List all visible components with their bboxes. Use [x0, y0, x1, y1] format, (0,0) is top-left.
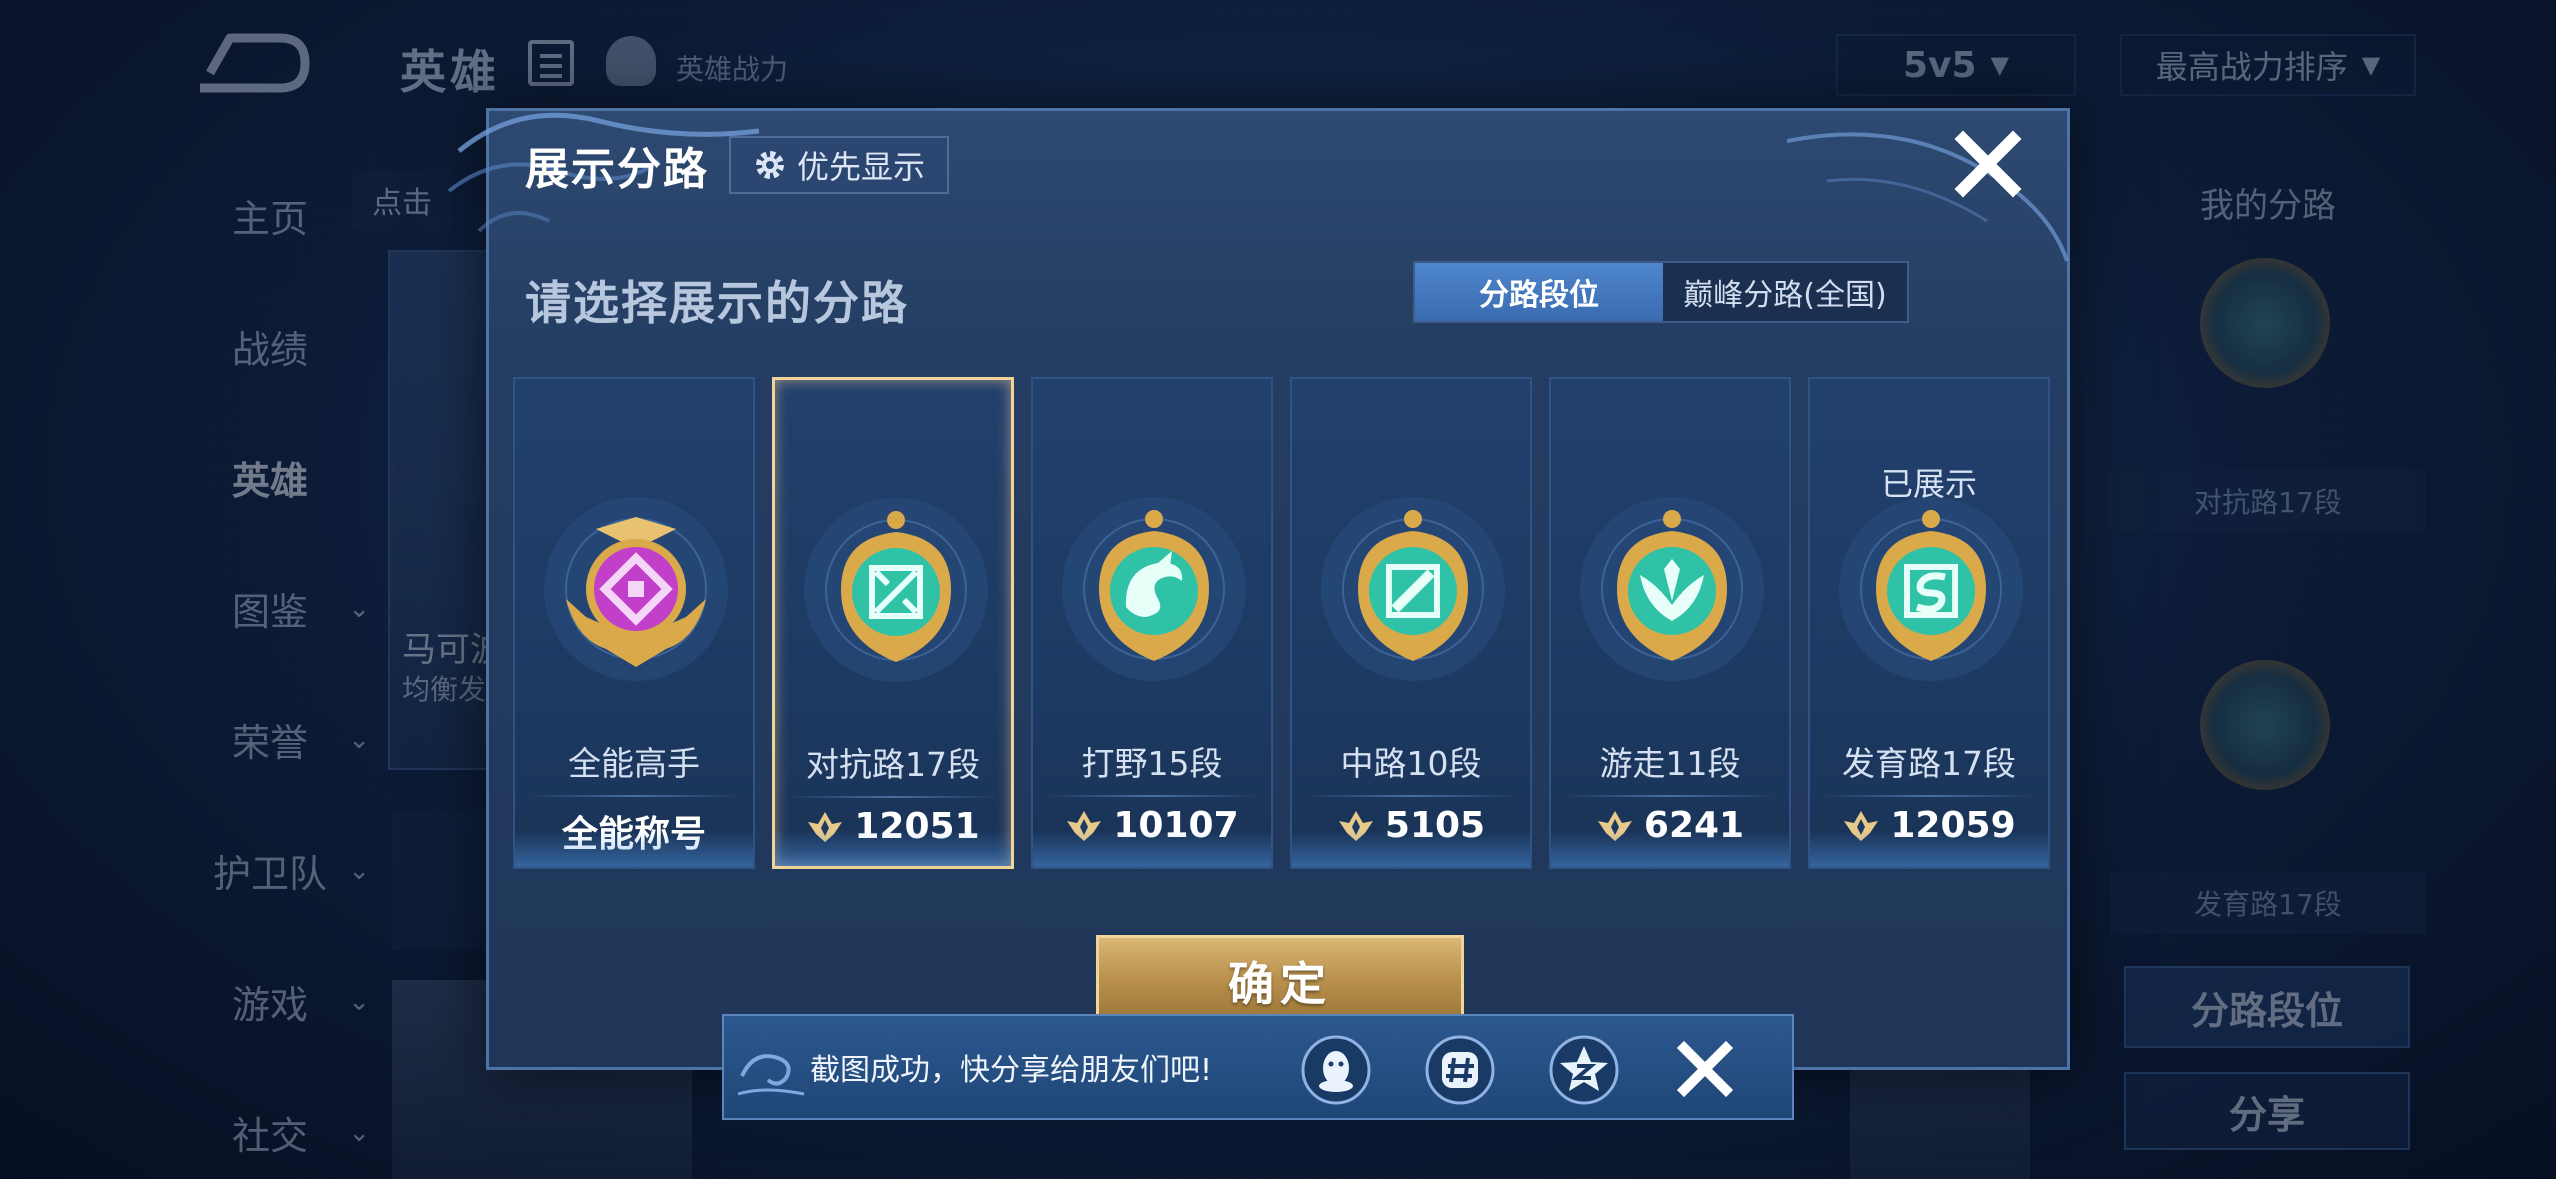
select-lane-prompt: 请选择展示的分路: [525, 276, 909, 330]
nav-item-label: 图鉴: [231, 590, 308, 634]
mode-select-value: 5v5: [1902, 44, 1977, 86]
hero-power-icon: [606, 36, 656, 86]
sort-select-value: 最高战力排序: [2155, 48, 2348, 86]
card-glow: [1810, 831, 2048, 867]
divider: [527, 795, 741, 797]
nav-item-honor[interactable]: 荣誉 ⌄: [150, 674, 390, 805]
lane-card-list: 全能高手 全能称号 对抗路17段: [513, 377, 2050, 869]
clash-lane-emblem-icon: [2200, 258, 2330, 388]
lane-display-dialog: 展示分路 优先显示 请选择展示的分路 分路段位 巅峰分路(全国) 全能高手 对抗…: [447, 108, 2070, 1070]
lane-card-jungle[interactable]: 打野15段 10107: [1031, 377, 1273, 869]
share-button[interactable]: 分享: [2124, 1072, 2410, 1150]
chevron-down-icon: ⌄: [348, 724, 370, 755]
hero-type: 均衡发: [402, 673, 487, 706]
lane-label: 对抗路17段: [2110, 470, 2426, 532]
lane-name: 游走11段: [1599, 744, 1741, 783]
sort-select[interactable]: 最高战力排序 ▼: [2120, 34, 2416, 96]
card-glow: [1292, 831, 1530, 867]
nav-item-label: 荣誉: [231, 721, 308, 765]
nav-item-label: 游戏: [231, 983, 308, 1027]
lane-card-allround[interactable]: 全能高手 全能称号: [513, 377, 755, 869]
my-lanes-title: 我的分路: [2200, 186, 2336, 226]
divider: [1822, 795, 2036, 797]
priority-display-button[interactable]: 优先显示: [729, 136, 950, 194]
nav-item-games[interactable]: 游戏 ⌄: [150, 936, 390, 1067]
priority-display-label: 优先显示: [797, 148, 926, 186]
chevron-down-icon: ▼: [2361, 51, 2381, 79]
jungle-emblem-icon: [1062, 497, 1246, 681]
dialog-title: 展示分路: [525, 144, 709, 195]
divider: [787, 796, 999, 798]
divider: [1563, 795, 1777, 797]
nav-item-records[interactable]: 战绩: [150, 281, 390, 412]
wechat-moments-icon[interactable]: [1424, 1034, 1496, 1106]
chevron-down-icon: ⌄: [348, 855, 370, 886]
chevron-down-icon: ⌄: [348, 986, 370, 1017]
lane-card-farm[interactable]: 已展示 发育路17段 12059: [1808, 377, 2050, 869]
lane-name: 打野15段: [1081, 744, 1223, 783]
gear-icon: [756, 151, 784, 179]
list-icon[interactable]: [528, 40, 574, 86]
nav-item-label: 战绩: [231, 328, 308, 372]
lane-name: 对抗路17段: [806, 745, 980, 784]
search-stub[interactable]: 点击: [352, 170, 452, 230]
lane-label: 发育路17段: [2110, 872, 2426, 934]
nav-item-label: 主页: [231, 197, 308, 241]
clash-lane-emblem-icon: [804, 498, 988, 682]
nav-item-guard[interactable]: 护卫队 ⌄: [150, 805, 390, 936]
side-nav: 主页 战绩 英雄 图鉴 ⌄ 荣誉 ⌄ 护卫队 ⌄ 游戏 ⌄ 社交 ⌄: [150, 150, 390, 1179]
chevron-down-icon: ⌄: [348, 1117, 370, 1148]
toast-message: 截图成功，快分享给朋友们吧!: [810, 1053, 1213, 1088]
roam-emblem-icon: [1580, 497, 1764, 681]
nav-item-heroes[interactable]: 英雄: [150, 412, 390, 543]
divider: [1304, 795, 1518, 797]
allround-emblem-icon: [544, 497, 728, 681]
lane-card-clash[interactable]: 对抗路17段 12051: [772, 377, 1014, 869]
nav-item-label: 护卫队: [212, 852, 327, 896]
mid-lane-emblem-icon: [1321, 497, 1505, 681]
nav-item-social[interactable]: 社交 ⌄: [150, 1067, 390, 1179]
card-glow: [775, 830, 1011, 866]
nav-item-label: 社交: [231, 1114, 308, 1158]
screenshot-share-toast: 截图成功，快分享给朋友们吧!: [722, 1014, 1794, 1120]
close-icon[interactable]: [1674, 1038, 1736, 1100]
nav-item-atlas[interactable]: 图鉴 ⌄: [150, 543, 390, 674]
card-glow: [1551, 831, 1789, 867]
lane-name: 中路10段: [1340, 744, 1482, 783]
close-icon[interactable]: [1951, 127, 2025, 201]
farm-lane-emblem-icon: [1839, 497, 2023, 681]
cloud-ornament-icon: [737, 1054, 805, 1096]
tab-lane-rank[interactable]: 分路段位: [1415, 263, 1663, 321]
card-glow: [1033, 831, 1271, 867]
mode-select[interactable]: 5v5 ▼: [1836, 34, 2076, 96]
chevron-down-icon: ⌄: [348, 593, 370, 624]
lane-rank-button[interactable]: 分路段位: [2124, 966, 2410, 1048]
card-glow: [515, 831, 753, 867]
lane-name: 全能高手: [568, 744, 700, 783]
qzone-icon[interactable]: [1548, 1034, 1620, 1106]
lane-card-mid[interactable]: 中路10段 5105: [1290, 377, 1532, 869]
tab-peak-lane[interactable]: 巅峰分路(全国): [1663, 263, 1907, 321]
lane-card-roam[interactable]: 游走11段 6241: [1549, 377, 1791, 869]
dialog-header: 展示分路 优先显示: [525, 133, 950, 197]
chevron-down-icon: ▼: [1990, 51, 2010, 79]
nav-item-label: 英雄: [231, 459, 308, 503]
qq-icon[interactable]: [1300, 1034, 1372, 1106]
farm-lane-emblem-icon: [2200, 660, 2330, 790]
lane-tabs: 分路段位 巅峰分路(全国): [1413, 261, 1909, 323]
back-arrow-icon[interactable]: [190, 28, 310, 98]
divider: [1045, 795, 1259, 797]
hero-power-label: 英雄战力: [676, 53, 789, 86]
lane-name: 发育路17段: [1842, 744, 2016, 783]
